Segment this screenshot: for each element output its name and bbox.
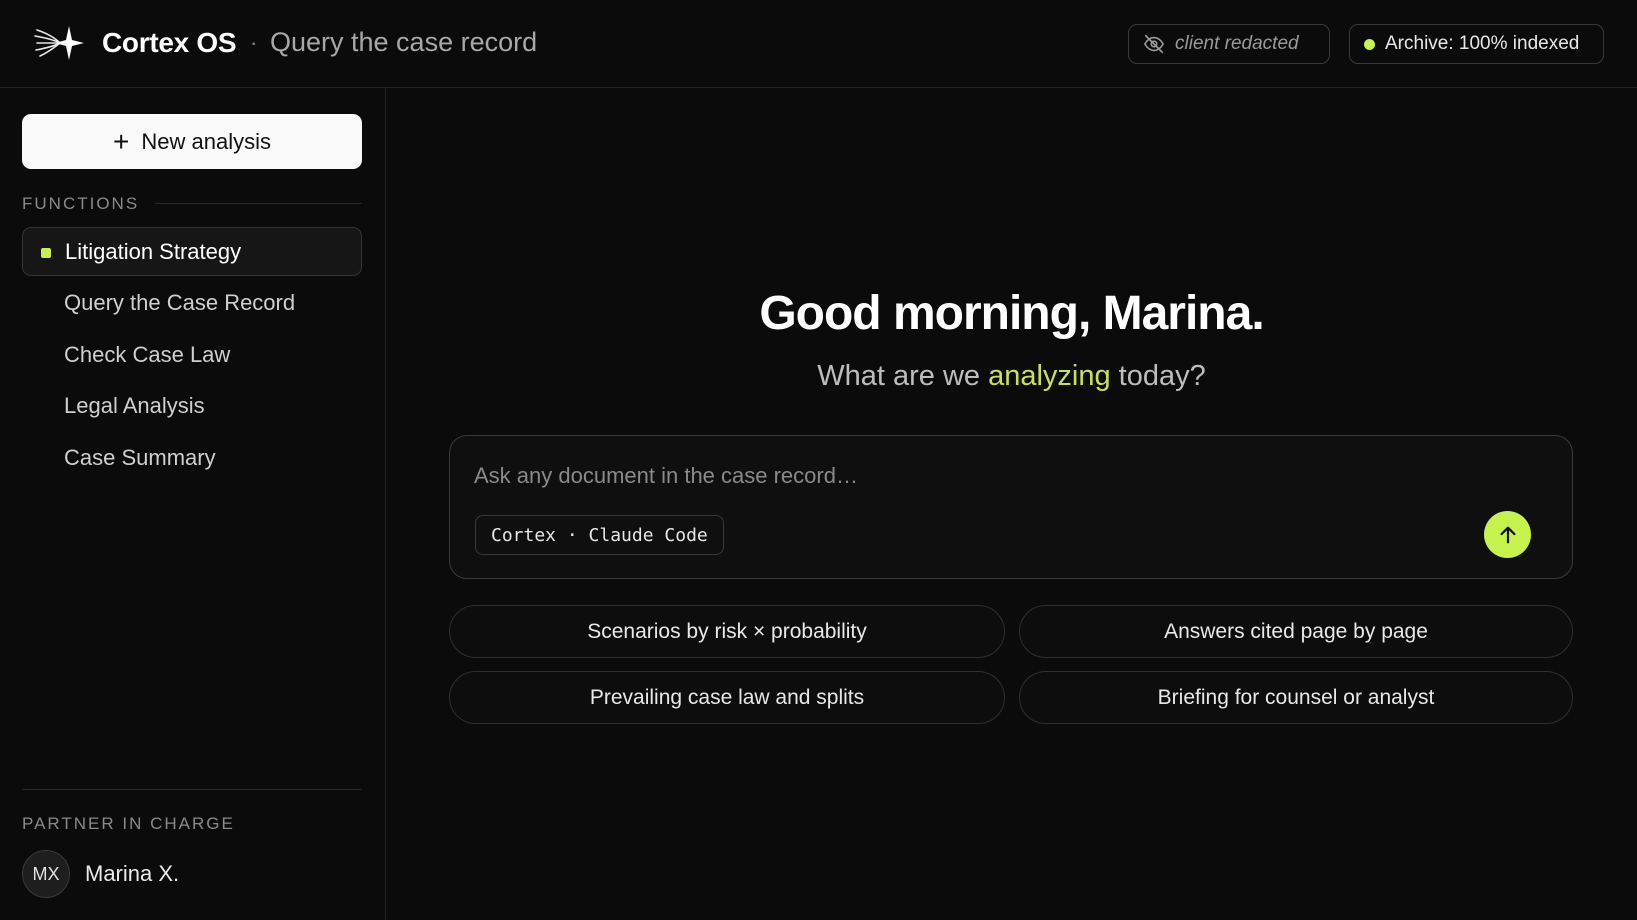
active-indicator-icon: [41, 248, 51, 258]
page-context-title: Query the case record: [270, 27, 538, 57]
sidebar-item-case-summary[interactable]: Case Summary: [22, 433, 362, 482]
main-content: Good morning, Marina. What are we analyz…: [386, 88, 1637, 920]
subtitle-accent-word: analyzing: [988, 360, 1111, 392]
partner-section-label: PARTNER IN CHARGE: [22, 814, 235, 833]
sidebar-item-query-case-record[interactable]: Query the Case Record: [22, 278, 362, 327]
section-divider: [155, 203, 362, 204]
arrow-up-icon: [1499, 526, 1516, 543]
send-button[interactable]: [1484, 511, 1531, 558]
brand-name: Cortex OS: [102, 27, 237, 58]
eye-off-icon: [1144, 34, 1164, 54]
avatar[interactable]: MX: [22, 850, 70, 898]
model-selector-tag[interactable]: Cortex · Claude Code: [475, 515, 724, 555]
greeting-heading: Good morning, Marina.: [759, 287, 1264, 340]
sidebar-divider: [22, 789, 362, 790]
sidebar-item-label: Check Case Law: [64, 341, 231, 367]
app-window: Cortex OS · Query the case record client…: [0, 0, 1637, 920]
partner-name: Marina X.: [85, 861, 180, 886]
archive-status-label: Archive: 100% indexed: [1385, 33, 1580, 54]
sidebar-item-legal-analysis[interactable]: Legal Analysis: [22, 381, 362, 430]
suggestion-chip-risk-scenarios[interactable]: Scenarios by risk × probability: [449, 605, 1005, 658]
subtitle-suffix: today?: [1110, 360, 1206, 392]
brand-separator: ·: [250, 30, 258, 55]
new-analysis-button[interactable]: + New analysis: [22, 114, 362, 169]
suggestion-chip-briefing[interactable]: Briefing for counsel or analyst: [1019, 671, 1573, 724]
sidebar-item-label: Litigation Strategy: [65, 238, 242, 264]
sidebar: + New analysis FUNCTIONS Litigation Stra…: [0, 88, 386, 920]
sidebar-item-litigation-strategy[interactable]: Litigation Strategy: [22, 227, 362, 276]
query-input[interactable]: [474, 458, 1434, 494]
cortex-logo-icon: [34, 26, 84, 60]
subtitle-prefix: What are we: [817, 360, 989, 392]
client-redacted-label: client redacted: [1175, 33, 1299, 54]
query-composer: Cortex · Claude Code: [449, 435, 1573, 579]
plus-icon: +: [113, 125, 130, 157]
functions-section-label: FUNCTIONS: [22, 194, 140, 213]
archive-status-pill[interactable]: Archive: 100% indexed: [1349, 24, 1604, 64]
suggestion-chip-case-law-splits[interactable]: Prevailing case law and splits: [449, 671, 1005, 724]
sidebar-item-label: Legal Analysis: [64, 392, 205, 418]
top-bar: Cortex OS · Query the case record client…: [0, 0, 1637, 88]
client-redacted-pill[interactable]: client redacted: [1128, 24, 1330, 64]
suggestion-chip-cited-answers[interactable]: Answers cited page by page: [1019, 605, 1573, 658]
sidebar-item-check-case-law[interactable]: Check Case Law: [22, 330, 362, 379]
status-dot-icon: [1364, 38, 1375, 50]
new-analysis-label: New analysis: [141, 128, 271, 154]
sidebar-item-label: Query the Case Record: [64, 289, 296, 315]
sidebar-item-label: Case Summary: [64, 444, 216, 470]
greeting-subtitle: What are we analyzing today?: [386, 360, 1637, 393]
